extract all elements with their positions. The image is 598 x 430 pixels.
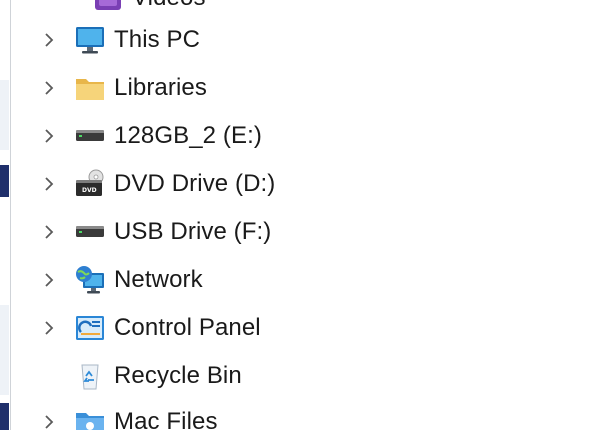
tree-item-label: Control Panel — [114, 314, 261, 341]
tree-item-recycle-bin[interactable]: Recycle Bin — [36, 354, 596, 398]
tree-item-mac-files[interactable]: Mac Files — [36, 400, 596, 430]
chevron-right-icon[interactable] — [36, 210, 62, 254]
tree-item-drive-e[interactable]: 128GB_2 (E:) — [36, 114, 596, 158]
tree-item-usb-drive[interactable]: USB Drive (F:) — [36, 210, 596, 254]
tree-item-label: Network — [114, 266, 203, 293]
network-globe-icon — [74, 264, 106, 296]
chevron-right-icon[interactable] — [36, 18, 62, 62]
libraries-folder-icon — [74, 72, 106, 104]
tree-item-videos[interactable]: Videos — [92, 0, 598, 20]
tree-item-label: Recycle Bin — [114, 362, 242, 389]
chevron-right-icon[interactable] — [36, 306, 62, 350]
mac-folder-icon — [74, 406, 106, 430]
chevron-right-icon[interactable] — [36, 162, 62, 206]
tree-item-label: Videos — [132, 0, 206, 12]
drive-icon — [74, 120, 106, 152]
videos-folder-icon — [92, 0, 124, 14]
chevron-right-icon[interactable] — [36, 66, 62, 110]
tree-item-label: Mac Files — [114, 408, 218, 430]
navigation-tree: Videos This PC — [0, 0, 598, 430]
tree-item-network[interactable]: Network — [36, 258, 596, 302]
tree-item-label: This PC — [114, 26, 201, 53]
tree-item-this-pc[interactable]: This PC — [36, 18, 596, 62]
tree-item-label: USB Drive (F:) — [114, 218, 272, 245]
dvd-drive-icon: DVD — [74, 168, 106, 200]
chevron-right-icon[interactable] — [36, 114, 62, 158]
svg-text:DVD: DVD — [82, 187, 97, 194]
file-explorer-nav-pane: Videos This PC — [0, 0, 598, 430]
tree-item-label: 128GB_2 (E:) — [114, 122, 262, 149]
recycle-bin-icon — [74, 360, 106, 392]
control-panel-icon — [74, 312, 106, 344]
chevron-right-icon[interactable] — [36, 400, 62, 430]
chevron-right-icon[interactable] — [36, 258, 62, 302]
tree-item-dvd-drive[interactable]: DVD DVD Drive (D:) — [36, 162, 596, 206]
usb-drive-icon — [74, 216, 106, 248]
tree-item-label: Libraries — [114, 74, 207, 101]
computer-monitor-icon — [74, 24, 106, 56]
tree-item-control-panel[interactable]: Control Panel — [36, 306, 596, 350]
tree-item-libraries[interactable]: Libraries — [36, 66, 596, 110]
tree-item-label: DVD Drive (D:) — [114, 170, 276, 197]
